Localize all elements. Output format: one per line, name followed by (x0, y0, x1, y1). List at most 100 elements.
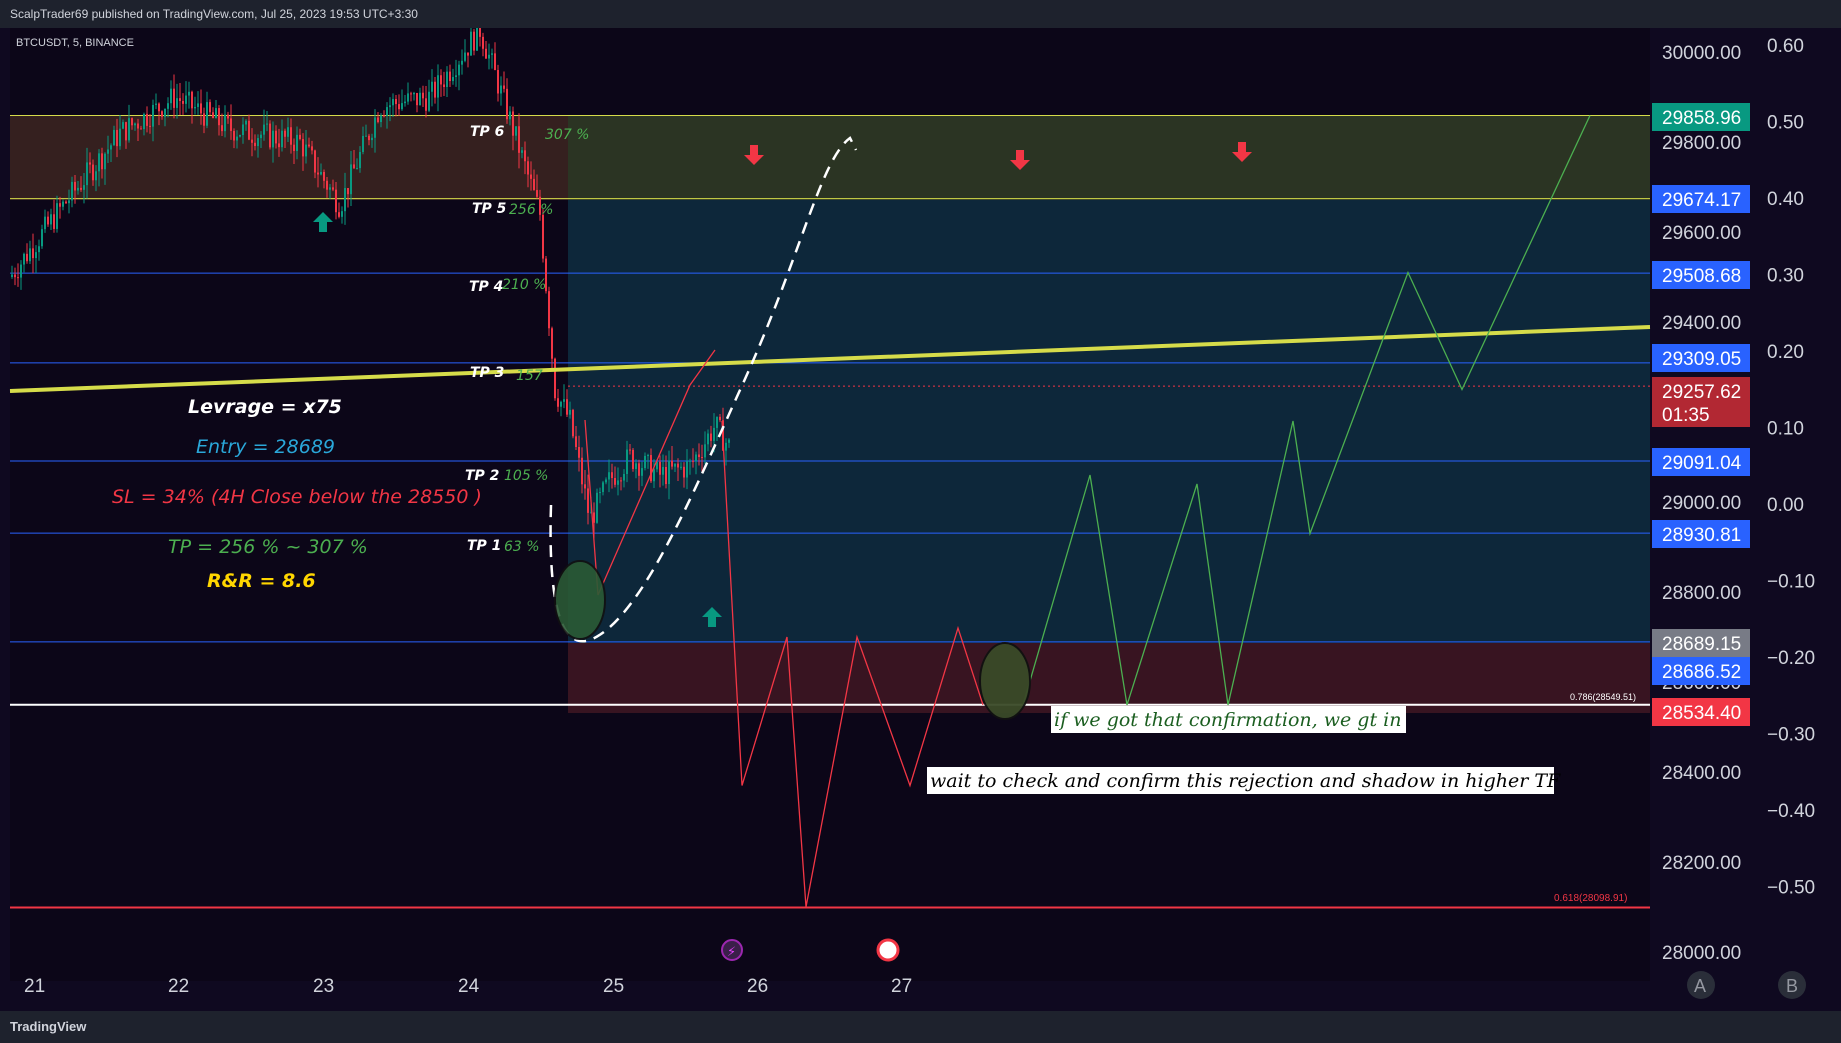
candle-body (602, 482, 604, 493)
candle-body (71, 181, 73, 201)
candle-body (203, 113, 205, 126)
candle-body (494, 53, 496, 71)
candle-body (599, 492, 601, 494)
candle-body (431, 81, 433, 92)
candle-body (701, 457, 703, 459)
candle-body (395, 99, 397, 105)
candle-body (680, 466, 682, 468)
candle-body (218, 108, 220, 126)
flash-event-glyph: ⚡ (727, 945, 736, 960)
tradingview-logo[interactable]: TradingView (10, 1019, 86, 1034)
candle-body (104, 153, 106, 170)
candle-body (449, 71, 451, 82)
candle-body (434, 81, 436, 98)
candle-body (446, 71, 448, 88)
candle-body (650, 455, 652, 482)
candle-body (251, 139, 253, 143)
candle-body (161, 111, 163, 117)
candle-body (245, 120, 247, 125)
candle-body (668, 460, 670, 485)
candle-body (626, 449, 628, 475)
candle-body (14, 274, 16, 278)
candle-body (638, 463, 640, 476)
price-tick-label: 28800.00 (1662, 583, 1741, 604)
risk-reward-text: R&R = 8.6 (207, 570, 316, 592)
candle-body (467, 52, 469, 56)
candle-body (479, 28, 481, 37)
candle-body (695, 454, 697, 462)
price-chart[interactable]: BTCUSDT, 5, BINANCE TP 6 307 % TP 5 256 … (0, 28, 1841, 1011)
candle-body (89, 162, 91, 165)
candle-body (308, 144, 310, 147)
publish-info: ScalpTrader69 published on TradingView.c… (10, 7, 418, 21)
candle-body (476, 28, 478, 51)
candle-body (677, 463, 679, 468)
candle-body (683, 466, 685, 478)
footer-bar: TradingView (0, 1011, 1841, 1043)
candle-body (509, 111, 511, 120)
candle-body (35, 252, 37, 259)
candle-body (605, 479, 607, 483)
candle-body (500, 85, 502, 94)
candle-body (335, 189, 337, 213)
candle-body (623, 474, 625, 481)
candle-body (485, 48, 487, 59)
date-tick-label: 22 (168, 976, 189, 997)
candle-body (212, 112, 214, 119)
candle-body (248, 120, 250, 140)
candle-body (47, 216, 49, 225)
candle-body (260, 134, 262, 139)
candle-body (62, 201, 64, 207)
candle-body (410, 93, 412, 95)
candle-body (281, 130, 283, 148)
candle-body (83, 185, 85, 190)
price-tick-label: 28000.00 (1662, 943, 1741, 964)
candle-body (290, 127, 292, 145)
candle-body (428, 91, 430, 111)
candle-body (629, 449, 631, 451)
candle-body (296, 134, 298, 151)
candle-body (392, 99, 394, 106)
price-tag-value: 28534.40 (1662, 703, 1741, 724)
candle-body (401, 103, 403, 110)
candle-body (338, 212, 340, 217)
stop-loss-text: SL = 34% (4H Close below the 28550 ) (112, 486, 482, 508)
green-ellipse-left (554, 560, 606, 640)
tp-pct: 157 (516, 368, 543, 384)
entry-text: Entry = 28689 (196, 436, 335, 458)
candle-body (143, 113, 145, 130)
candle-body (92, 164, 94, 181)
candle-body (641, 468, 643, 476)
candle-body (167, 103, 169, 109)
candle-body (719, 416, 721, 421)
candle-body (398, 104, 400, 110)
candle-body (185, 95, 187, 104)
us-flag-event-icon[interactable] (876, 938, 900, 962)
candle-body (164, 108, 166, 117)
candle-body (659, 461, 661, 475)
target-zone (568, 116, 1650, 200)
candle-body (332, 187, 334, 190)
percent-tick-label: 0.20 (1767, 342, 1804, 363)
candle-body (128, 118, 130, 141)
candle-body (80, 187, 82, 190)
candle-body (341, 211, 343, 217)
candle-body (98, 153, 100, 172)
confirm-note: if we got that confirmation, we gt in (1054, 709, 1401, 731)
candle-body (59, 203, 61, 207)
candle-body (206, 102, 208, 126)
candle-body (632, 449, 634, 469)
tp-label: TP 3 (470, 365, 504, 381)
tp-label: TP 2 (465, 468, 499, 484)
candle-body (20, 264, 22, 278)
candle-body (26, 253, 28, 262)
candle-body (230, 118, 232, 131)
candle-body (155, 103, 157, 105)
candle-body (536, 190, 538, 197)
candle-body (110, 145, 112, 150)
candle-body (572, 409, 574, 437)
candle-body (704, 444, 706, 458)
candle-body (317, 172, 319, 175)
candle-body (581, 457, 583, 485)
candle-body (191, 91, 193, 109)
